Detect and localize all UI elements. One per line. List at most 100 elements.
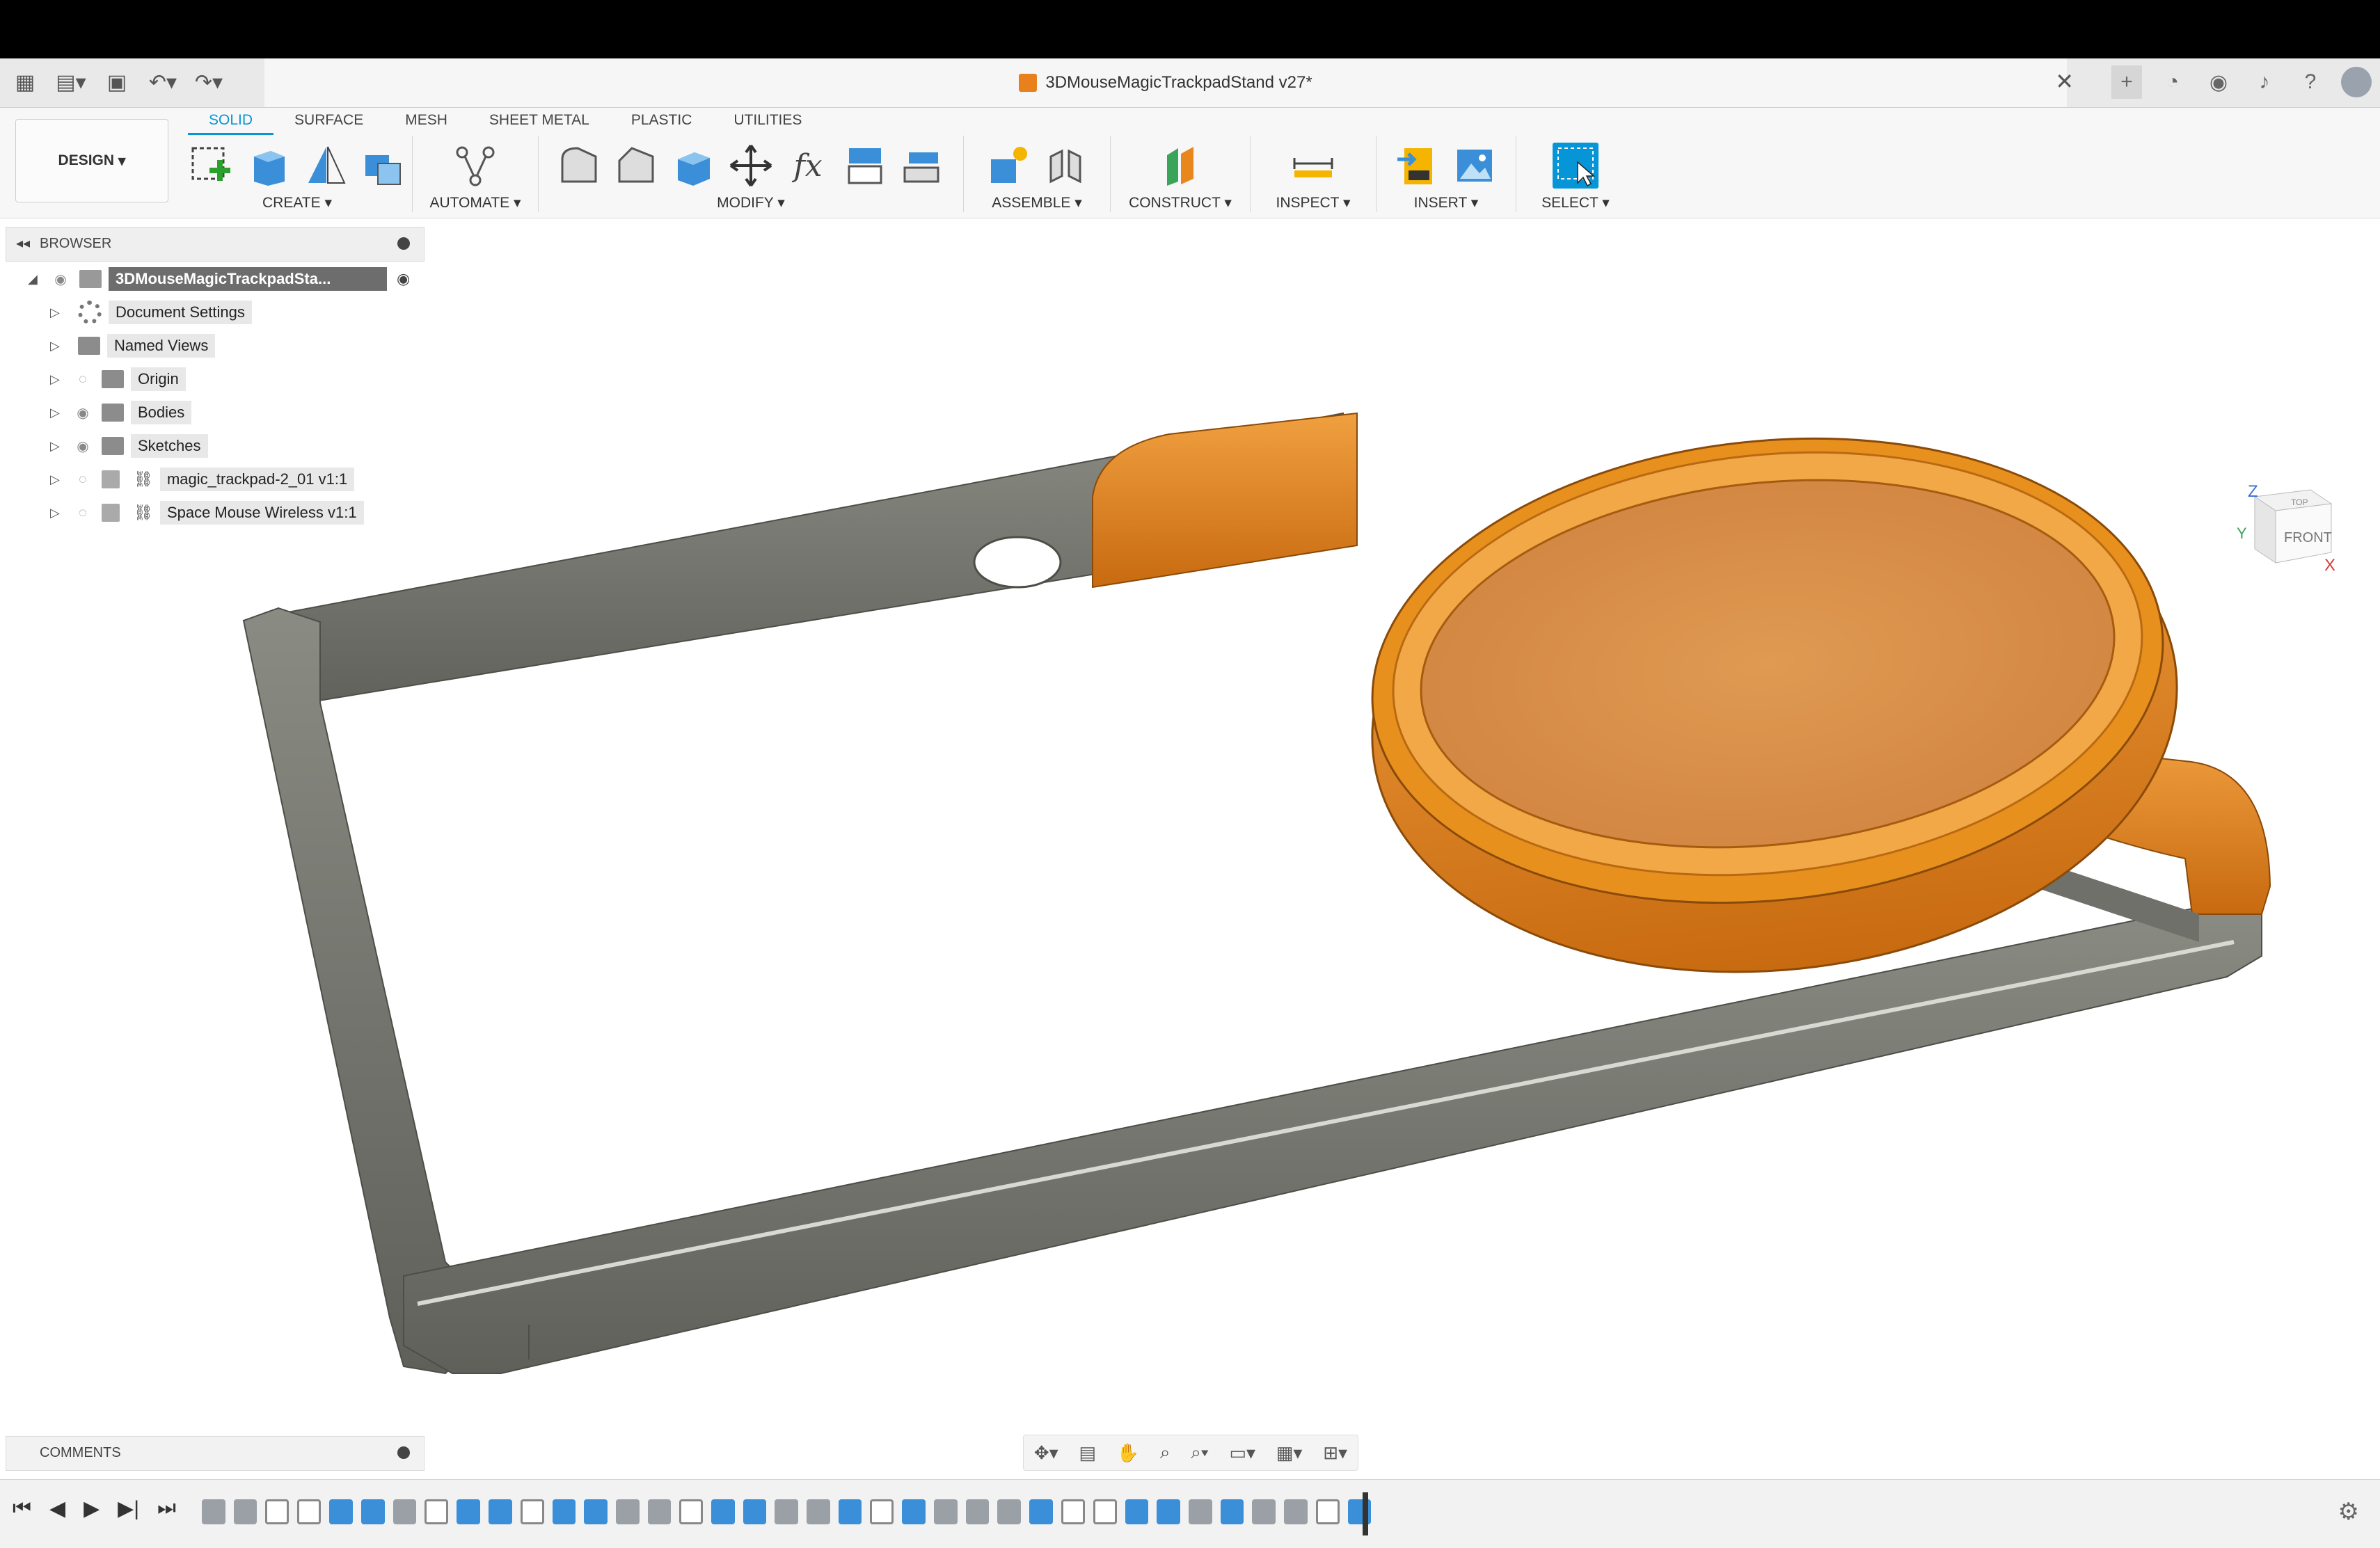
measure-icon[interactable] xyxy=(1290,143,1336,189)
revolve-icon[interactable] xyxy=(303,143,349,189)
go-to-end-icon[interactable]: ⏭ xyxy=(157,1497,176,1521)
3d-viewport[interactable]: FRONT TOP Z X Y xyxy=(0,218,2380,1479)
timeline-marker[interactable] xyxy=(1363,1492,1368,1535)
joint-icon[interactable] xyxy=(1042,143,1088,189)
timeline-feature[interactable] xyxy=(997,1499,1021,1524)
create-sketch-icon[interactable] xyxy=(189,143,235,189)
timeline-feature[interactable] xyxy=(870,1499,894,1524)
press-pull-icon[interactable] xyxy=(842,143,888,189)
tab-utilities[interactable]: UTILITIES xyxy=(713,108,823,133)
timeline-feature[interactable] xyxy=(1093,1499,1117,1524)
model-render[interactable] xyxy=(0,218,2380,1479)
offset-plane-icon[interactable] xyxy=(1157,143,1203,189)
timeline-feature[interactable] xyxy=(838,1499,862,1524)
comments-add-icon[interactable] xyxy=(397,1446,410,1459)
help-icon[interactable]: ? xyxy=(2295,65,2326,99)
document-tab[interactable]: 3DMouseMagicTrackpadStand v27* xyxy=(264,58,2067,107)
timeline-feature[interactable] xyxy=(679,1499,704,1524)
timeline-feature[interactable] xyxy=(1283,1499,1308,1524)
tab-surface[interactable]: SURFACE xyxy=(273,108,384,133)
timeline-feature[interactable] xyxy=(202,1499,225,1524)
orbit-icon[interactable]: ✥▾ xyxy=(1034,1442,1058,1464)
extensions-icon[interactable]: ◔ xyxy=(2157,65,2188,99)
pan-hand-icon[interactable]: ✋ xyxy=(1117,1442,1139,1464)
assemble-menu-label[interactable]: ASSEMBLE xyxy=(992,195,1070,211)
timeline-feature[interactable] xyxy=(807,1499,830,1524)
timeline-feature[interactable] xyxy=(1125,1499,1149,1524)
create-menu-label[interactable]: CREATE xyxy=(262,195,321,211)
viewports-icon[interactable]: ⊞▾ xyxy=(1323,1442,1347,1464)
insert-image-icon[interactable] xyxy=(1452,143,1498,189)
timeline-feature[interactable] xyxy=(647,1499,672,1524)
timeline-feature[interactable] xyxy=(457,1499,480,1524)
timeline-feature[interactable] xyxy=(775,1499,799,1524)
timeline-feature[interactable] xyxy=(1029,1499,1053,1524)
timeline-feature[interactable] xyxy=(329,1499,353,1524)
automate-menu-label[interactable]: AUTOMATE xyxy=(429,195,509,211)
timeline-feature[interactable] xyxy=(297,1499,322,1524)
avatar[interactable] xyxy=(2341,67,2372,97)
timeline-feature[interactable] xyxy=(965,1499,990,1524)
go-to-start-icon[interactable]: ⏮ xyxy=(13,1497,31,1521)
save-icon[interactable]: ▣ xyxy=(102,67,132,97)
extrude-icon[interactable] xyxy=(246,143,292,189)
notifications-icon[interactable]: ♪ xyxy=(2249,65,2280,99)
move-icon[interactable] xyxy=(728,143,774,189)
select-menu-label[interactable]: SELECT xyxy=(1541,195,1598,211)
combine-icon[interactable] xyxy=(899,143,945,189)
modify-menu-label[interactable]: MODIFY xyxy=(717,195,773,211)
insert-menu-label[interactable]: INSERT xyxy=(1414,195,1467,211)
step-forward-icon[interactable]: ▶| xyxy=(118,1497,139,1521)
timeline-feature[interactable] xyxy=(902,1499,926,1524)
close-tab-icon[interactable]: ✕ xyxy=(2055,68,2074,95)
timeline-feature[interactable] xyxy=(1252,1499,1276,1524)
timeline-feature[interactable] xyxy=(1061,1499,1085,1524)
timeline-feature[interactable] xyxy=(425,1499,449,1524)
timeline-feature[interactable] xyxy=(520,1499,544,1524)
timeline-feature[interactable] xyxy=(488,1499,512,1524)
step-back-icon[interactable]: ◀ xyxy=(49,1497,65,1521)
undo-icon[interactable]: ↶▾ xyxy=(148,67,178,97)
select-icon[interactable] xyxy=(1553,143,1598,189)
automate-icon[interactable] xyxy=(452,143,498,189)
timeline-feature[interactable] xyxy=(615,1499,640,1524)
shell-icon[interactable] xyxy=(671,143,717,189)
redo-icon[interactable]: ↷▾ xyxy=(193,67,224,97)
timeline-feature[interactable] xyxy=(552,1499,576,1524)
construct-menu-label[interactable]: CONSTRUCT xyxy=(1129,195,1220,211)
file-menu-icon[interactable]: ▤▾ xyxy=(56,67,86,97)
new-tab-icon[interactable]: + xyxy=(2111,65,2142,99)
box-icon[interactable] xyxy=(360,143,406,189)
tab-mesh[interactable]: MESH xyxy=(384,108,468,133)
app-grid-icon[interactable]: ▦ xyxy=(10,67,40,97)
grid-settings-icon[interactable]: ▦▾ xyxy=(1276,1442,1303,1464)
tab-solid[interactable]: SOLID xyxy=(188,108,274,135)
timeline-feature[interactable] xyxy=(584,1499,608,1524)
timeline-settings-gear-icon[interactable]: ⚙ xyxy=(2338,1498,2359,1526)
timeline-feature[interactable] xyxy=(392,1499,417,1524)
timeline-feature[interactable] xyxy=(1157,1499,1180,1524)
new-component-icon[interactable] xyxy=(985,143,1031,189)
workspace-switcher-button[interactable]: DESIGN ▾ xyxy=(15,119,168,202)
timeline-feature[interactable] xyxy=(934,1499,958,1524)
parameters-icon[interactable]: fx xyxy=(785,143,831,189)
zoom-window-icon[interactable]: ⌕▾ xyxy=(1191,1442,1208,1464)
zoom-icon[interactable]: ⌕ xyxy=(1160,1442,1171,1464)
insert-svg-icon[interactable] xyxy=(1395,143,1441,189)
view-cube[interactable]: FRONT TOP Z X Y xyxy=(2234,476,2338,587)
timeline-feature[interactable] xyxy=(1220,1499,1244,1524)
tab-plastic[interactable]: PLASTIC xyxy=(610,108,713,133)
job-status-icon[interactable]: ◉ xyxy=(2203,65,2234,99)
timeline-feature[interactable] xyxy=(711,1499,735,1524)
play-icon[interactable]: ▶ xyxy=(84,1497,100,1521)
timeline-feature[interactable] xyxy=(1315,1499,1340,1524)
comments-panel-header[interactable]: COMMENTS xyxy=(6,1436,425,1471)
tab-sheet-metal[interactable]: SHEET METAL xyxy=(468,108,610,133)
inspect-menu-label[interactable]: INSPECT xyxy=(1276,195,1339,211)
timeline-feature[interactable] xyxy=(233,1499,257,1524)
look-at-icon[interactable]: ▤ xyxy=(1079,1442,1096,1464)
timeline-feature[interactable] xyxy=(265,1499,289,1524)
chamfer-icon[interactable] xyxy=(614,143,660,189)
timeline-feature[interactable] xyxy=(1188,1499,1212,1524)
timeline-feature[interactable] xyxy=(743,1499,767,1524)
